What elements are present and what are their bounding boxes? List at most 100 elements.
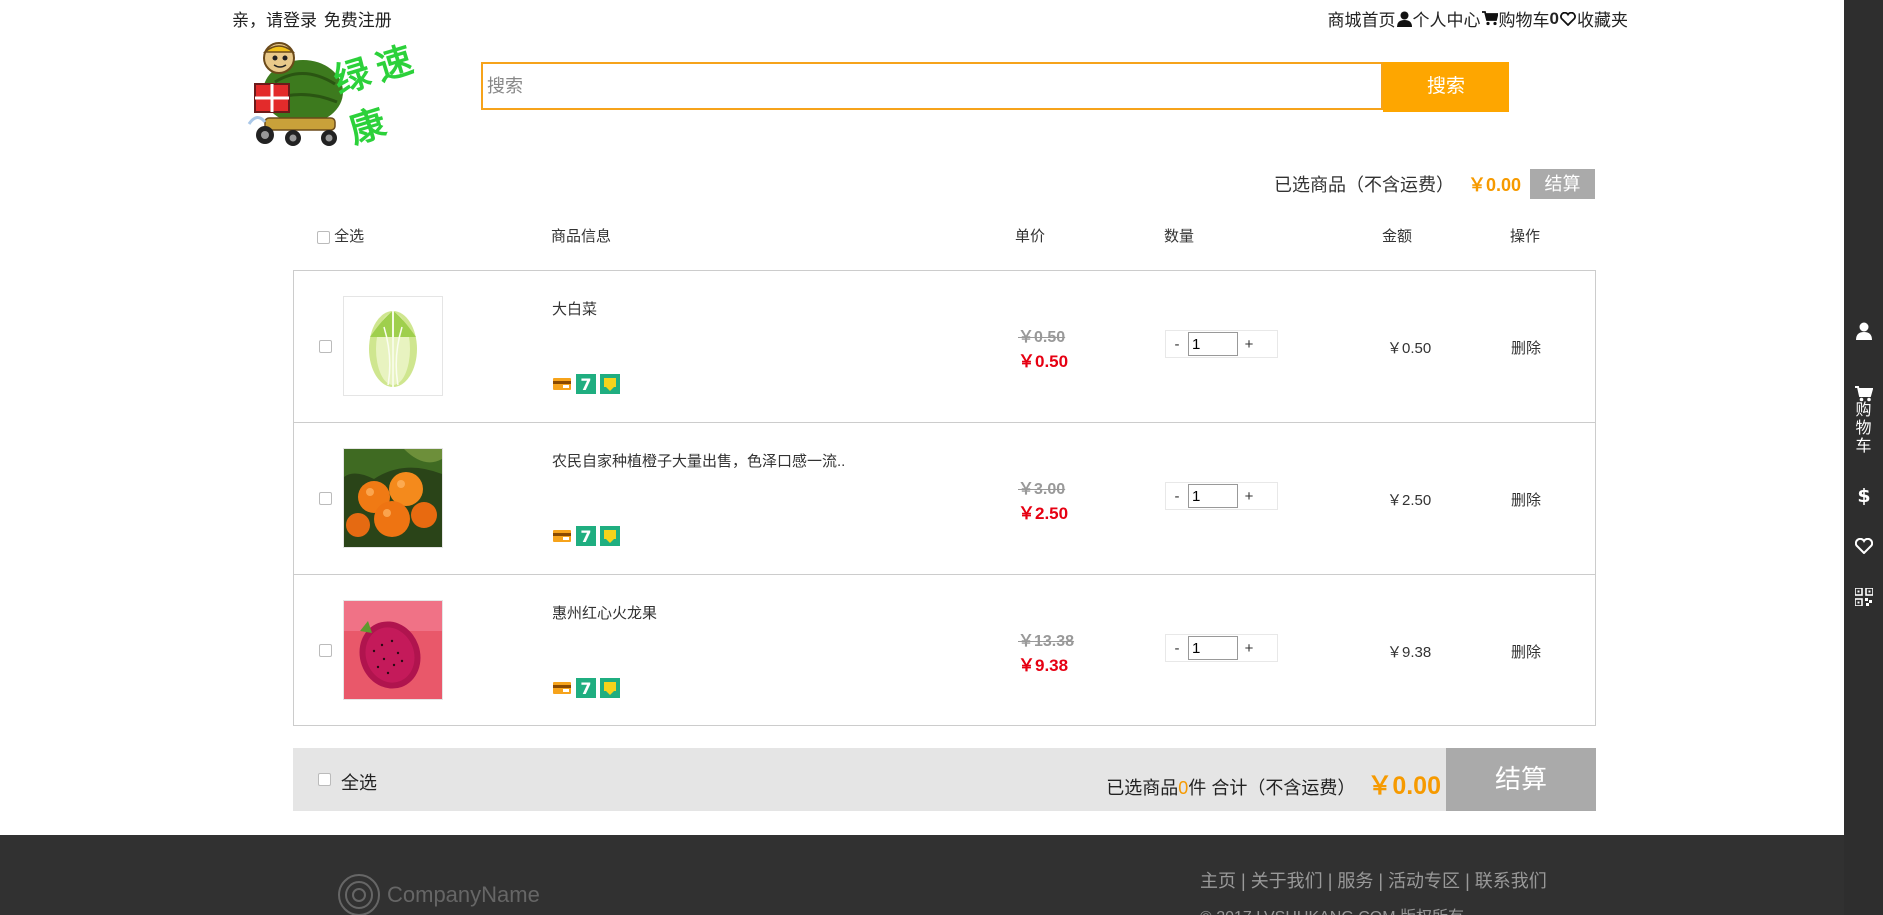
selected-count: 0: [1178, 778, 1189, 798]
footer-link-home[interactable]: 主页: [1200, 871, 1236, 891]
delete-item-link[interactable]: 删除: [1511, 641, 1541, 662]
quantity-input[interactable]: [1188, 332, 1238, 356]
footer: CompanyName 主页|关于我们|服务|活动专区|联系我们 © 2017 …: [0, 835, 1844, 915]
item-checkbox[interactable]: [319, 644, 332, 657]
decrease-button[interactable]: -: [1166, 488, 1188, 505]
seven-day-return-icon: 7: [576, 678, 596, 698]
item-subtotal: ￥2.50: [1387, 492, 1432, 509]
sidebar-favorites-button[interactable]: [1844, 538, 1883, 554]
footer-link-promotions[interactable]: 活动专区: [1388, 871, 1460, 891]
user-icon: [1855, 322, 1872, 340]
increase-button[interactable]: +: [1238, 336, 1260, 353]
unit-price: ￥0.50: [1018, 352, 1069, 371]
item-subtotal: ￥9.38: [1387, 644, 1432, 661]
company-name: CompanyName: [387, 882, 540, 907]
site-logo[interactable]: 绿速康: [245, 36, 475, 152]
footer-separator: |: [1378, 871, 1384, 891]
product-image-dragon-fruit[interactable]: [343, 600, 443, 700]
decrease-button[interactable]: -: [1166, 336, 1188, 353]
footer-link-services[interactable]: 服务: [1337, 871, 1373, 891]
column-quantity: 数量: [1164, 228, 1195, 245]
heart-icon: [1560, 11, 1576, 26]
search-button[interactable]: 搜索: [1383, 62, 1509, 112]
user-icon: [1396, 11, 1412, 27]
delivery-guarantee-icon: [600, 678, 620, 698]
selected-summary-label: 已选商品（不含运费）: [1273, 174, 1454, 195]
cart-icon: [1854, 386, 1873, 402]
quantity-stepper: - +: [1165, 634, 1278, 662]
footer-separator: |: [1465, 871, 1470, 891]
company-emblem-icon: [338, 874, 380, 915]
select-all-header: 全选: [317, 225, 364, 246]
login-link[interactable]: 亲，请登录: [232, 11, 317, 30]
dollar-icon: $: [1857, 485, 1870, 505]
register-link[interactable]: 免费注册: [324, 11, 392, 30]
quantity-stepper: - +: [1165, 482, 1278, 510]
column-unit-price: 单价: [1015, 228, 1046, 245]
nav-cart-label: 购物车: [1498, 11, 1550, 30]
increase-button[interactable]: +: [1238, 640, 1260, 657]
original-price: ￥13.38: [1018, 633, 1075, 650]
card-payment-icon: [552, 526, 572, 546]
checkout-button-top[interactable]: 结算: [1530, 168, 1595, 199]
delivery-guarantee-icon: [600, 374, 620, 394]
footer-link-contact[interactable]: 联系我们: [1475, 871, 1547, 891]
sidebar-user-button[interactable]: [1844, 322, 1883, 340]
selected-suffix: 件 合计（不含运费）: [1188, 778, 1356, 798]
product-image-oranges[interactable]: [343, 448, 443, 548]
card-payment-icon: [552, 678, 572, 698]
dragon-fruit-image: [344, 601, 442, 699]
select-all-checkbox-top[interactable]: [317, 230, 330, 244]
oranges-image: [344, 449, 442, 547]
column-product-info: 商品信息: [551, 228, 612, 245]
cart-icon: [1481, 11, 1498, 26]
quantity-input[interactable]: [1188, 484, 1238, 508]
item-checkbox[interactable]: [319, 340, 332, 353]
product-name[interactable]: 农民自家种植橙子大量出售，色泽口感一流..: [552, 450, 845, 471]
product-name[interactable]: 大白菜: [552, 298, 597, 319]
checkout-bar: 全选 已选商品 0 件 合计（不含运费） ￥0.00 结算: [293, 748, 1596, 811]
seven-day-return-icon: 7: [576, 374, 596, 394]
login-links: 亲，请登录 免费注册: [232, 6, 394, 31]
qrcode-icon: [1854, 588, 1873, 606]
nav-user-center-link[interactable]: 个人中心: [1396, 6, 1481, 31]
copyright: © 2017 LVSHUKANG.COM 版权所有: [1200, 903, 1464, 915]
selected-summary-top: 已选商品（不含运费） ￥0.00 结算: [1274, 168, 1595, 199]
cabbage-image: [344, 297, 442, 395]
unit-price: ￥9.38: [1018, 656, 1069, 675]
delete-item-link[interactable]: 删除: [1511, 337, 1541, 358]
seven-day-return-icon: 7: [576, 526, 596, 546]
svg-text:$: $: [1857, 485, 1870, 505]
increase-button[interactable]: +: [1238, 488, 1260, 505]
sidebar-cart-button[interactable]: 购物车: [1844, 386, 1883, 456]
quantity-input[interactable]: [1188, 636, 1238, 660]
checkout-button[interactable]: 结算: [1446, 748, 1596, 811]
decrease-button[interactable]: -: [1166, 640, 1188, 657]
search-input[interactable]: [483, 64, 1381, 108]
select-all-checkbox-bottom[interactable]: [318, 773, 331, 786]
nav-favorites-link[interactable]: 收藏夹: [1559, 6, 1628, 31]
select-all-label-bottom: 全选: [341, 773, 377, 793]
svg-text:7: 7: [580, 527, 591, 546]
heart-icon: [1854, 538, 1873, 554]
sidebar-qrcode-button[interactable]: [1844, 588, 1883, 606]
footer-links: 主页 | 关于我们 | 服务 | 活动专区 | 联系我们: [1200, 867, 1547, 893]
delete-item-link[interactable]: 删除: [1511, 489, 1541, 510]
nav-home-link[interactable]: 商城首页: [1328, 6, 1396, 31]
quantity-stepper: - +: [1165, 330, 1278, 358]
item-checkbox[interactable]: [319, 492, 332, 505]
service-badges: 7: [552, 526, 620, 546]
cart-count-badge: 0: [1549, 8, 1559, 28]
footer-link-about[interactable]: 关于我们: [1251, 871, 1323, 891]
selected-prefix: 已选商品: [1106, 778, 1179, 798]
delivery-guarantee-icon: [600, 526, 620, 546]
product-image-cabbage[interactable]: [343, 296, 443, 396]
selected-amount-top: ￥0.00: [1467, 174, 1521, 195]
select-all-label-top: 全选: [334, 228, 365, 245]
nav-cart-link[interactable]: 购物车 0: [1481, 6, 1559, 31]
column-amount: 金额: [1382, 228, 1413, 245]
unit-price: ￥2.50: [1018, 504, 1069, 523]
cart-row: 农民自家种植橙子大量出售，色泽口感一流.. 7 ￥3.00 ￥2.50 - + …: [294, 423, 1595, 575]
product-name[interactable]: 惠州红心火龙果: [552, 602, 657, 623]
sidebar-asset-button[interactable]: $: [1844, 485, 1883, 505]
